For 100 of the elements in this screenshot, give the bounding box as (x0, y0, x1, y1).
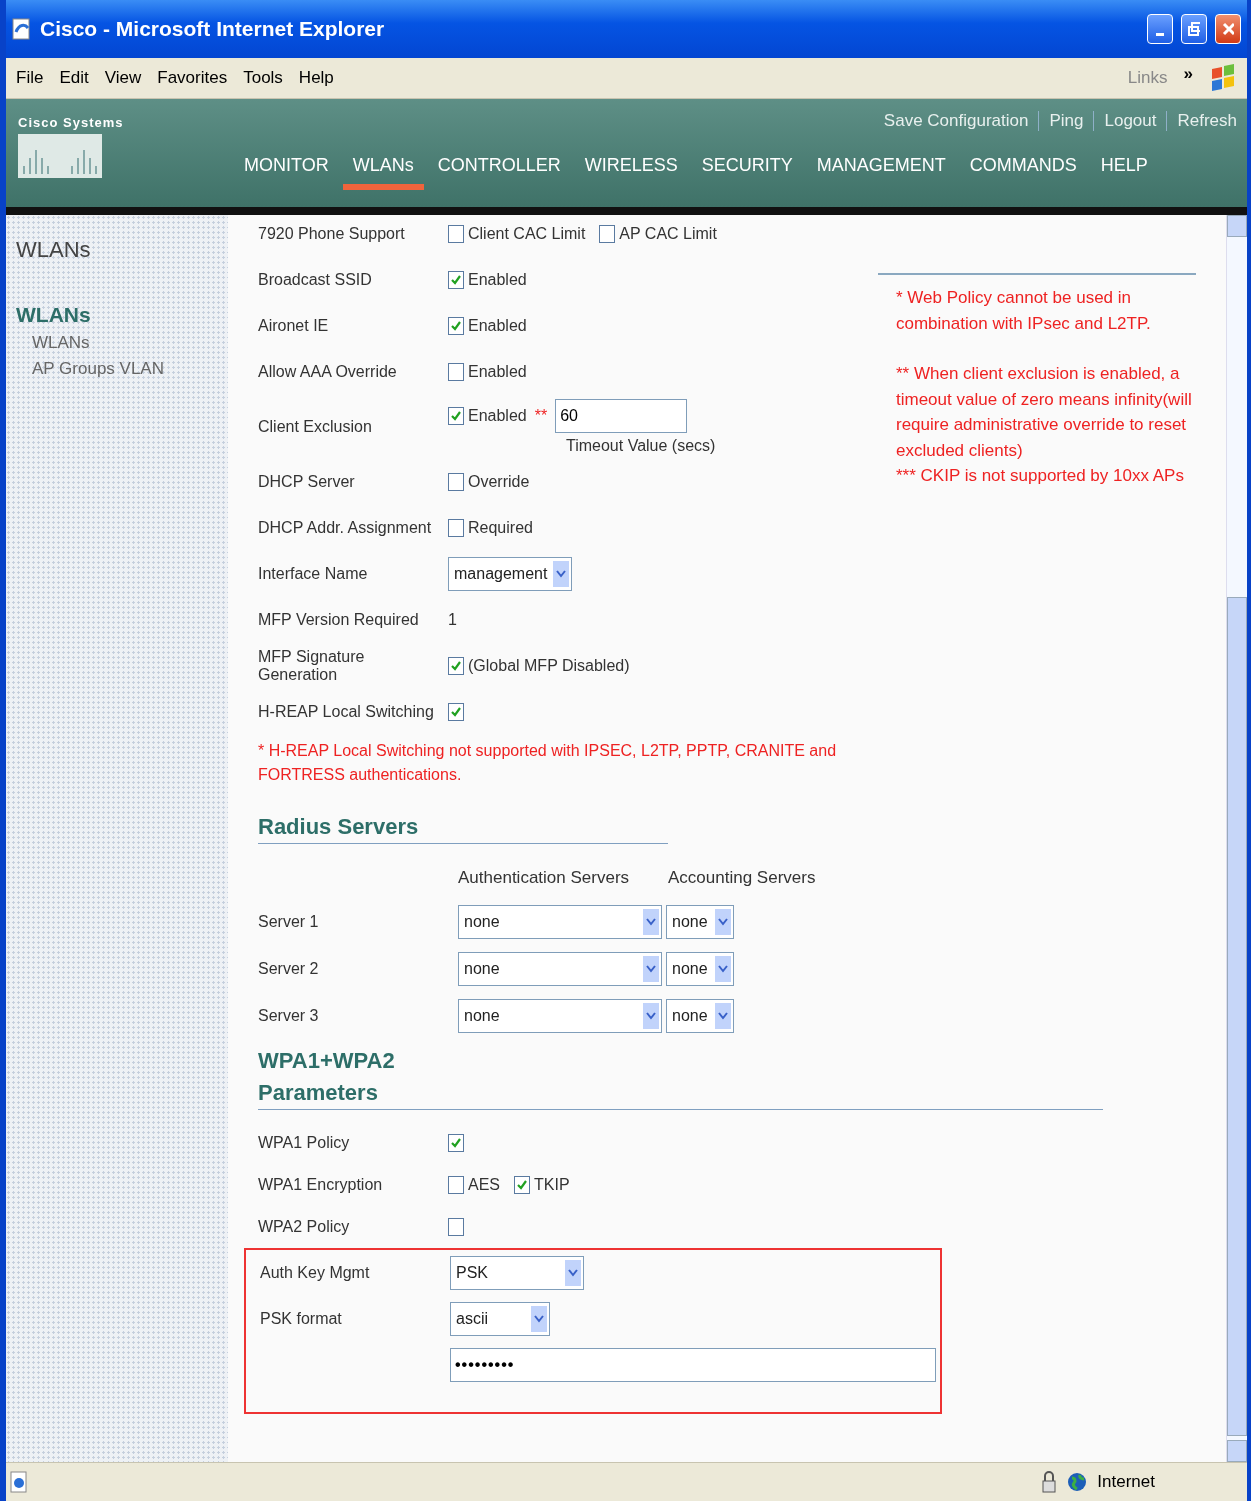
checkbox[interactable] (448, 1134, 464, 1152)
sidebar-title: WLANs (16, 237, 92, 263)
timeout-field[interactable]: 60 (555, 399, 688, 433)
field-label: Aironet IE (258, 317, 330, 335)
restore-icon (1188, 22, 1200, 36)
dropdown[interactable]: none (458, 904, 662, 939)
nav-tab[interactable]: MONITOR (234, 151, 339, 190)
dropdown[interactable]: none (666, 998, 734, 1033)
caret-icon (718, 964, 728, 973)
close-icon (1222, 22, 1234, 36)
section-title: WPA1+WPA2 Parameters (258, 1047, 396, 1107)
nav-tab[interactable]: COMMANDS (959, 151, 1087, 190)
checkbox[interactable] (448, 657, 464, 675)
nav-tab[interactable]: SECURITY (691, 151, 803, 190)
checkbox-label: TKIP (534, 1176, 570, 1194)
column-header: Authentication Servers (458, 868, 631, 888)
caret-icon (556, 570, 567, 578)
lock-icon (1041, 1470, 1058, 1494)
caret-icon (718, 917, 728, 926)
minimize-button[interactable] (1147, 14, 1173, 44)
dropdown[interactable]: none (458, 998, 662, 1033)
close-button[interactable] (1215, 14, 1241, 44)
checkbox[interactable] (448, 271, 464, 289)
nav-tab[interactable]: WIRELESS (574, 151, 688, 190)
password-field[interactable]: ••••••••• (450, 1348, 936, 1382)
window-title: Cisco - Microsoft Internet Explorer (40, 17, 386, 41)
globe-icon (1067, 1472, 1088, 1492)
field-label: Auth Key Mgmt (260, 1264, 371, 1282)
menu-item[interactable]: Favorites (157, 68, 228, 88)
page-icon (10, 1471, 28, 1493)
checkbox-label: AES (468, 1176, 500, 1194)
field-label: Server 3 (258, 1006, 320, 1025)
zone-label: Internet (1097, 1472, 1156, 1492)
dropdown[interactable]: none (666, 951, 734, 986)
caret-icon (568, 1269, 578, 1277)
menu-item[interactable]: Edit (59, 68, 89, 88)
menu-item[interactable]: View (104, 68, 142, 88)
checkbox[interactable] (448, 317, 464, 335)
checkbox[interactable] (448, 1176, 464, 1194)
checkbox-label: (Global MFP Disabled) (468, 657, 630, 675)
checkbox-label: Override (468, 473, 530, 491)
sidebar-item[interactable]: AP Groups VLAN (16, 353, 218, 379)
footnote: ** When client exclusion is enabled, a timeout value of zero means infinity(will require administrative override to reset excluded clients) (895, 363, 1193, 462)
menu-item[interactable]: File (16, 68, 44, 88)
column-header: Accounting Servers (668, 868, 817, 888)
field-label: H-REAP Local Switching (258, 703, 435, 721)
field-label: Server 1 (258, 912, 320, 931)
dropdown[interactable]: ascii (450, 1302, 550, 1336)
checkbox[interactable] (448, 1218, 464, 1236)
dropdown[interactable]: none (666, 904, 734, 939)
caret-icon (646, 917, 656, 926)
browser-icon (12, 18, 32, 40)
checkbox[interactable] (448, 473, 464, 491)
checkbox[interactable] (514, 1176, 530, 1194)
nav-tab[interactable]: CONTROLLER (427, 151, 571, 190)
nav-tab[interactable]: MANAGEMENT (806, 151, 956, 190)
caret-icon (646, 964, 656, 973)
caret-icon (646, 1011, 656, 1020)
checkbox-label: Enabled (468, 271, 527, 289)
sidebar-item[interactable]: WLANs (16, 327, 218, 353)
nav-tab[interactable]: WLANs (342, 151, 424, 190)
section-title: Radius Servers (258, 813, 420, 841)
checkbox[interactable] (448, 519, 464, 537)
checkbox[interactable] (448, 363, 464, 381)
footnote-mark: ** (534, 407, 548, 425)
nav-tab[interactable]: HELP (1090, 151, 1158, 190)
footnote: * Web Policy cannot be used in combination with IPsec and L2TP. (895, 287, 1152, 335)
warning-note: * H-REAP Local Switching not supported with IPSEC, L2TP, PPTP, CRANITE and FORTRESS authentications. (258, 741, 838, 785)
field-label: MFP Version Required (258, 611, 420, 629)
field-label: DHCP Server (258, 473, 356, 491)
field-label: WPA2 Policy (258, 1218, 351, 1236)
chevron[interactable]: » (1183, 64, 1193, 84)
restore-button[interactable] (1181, 14, 1207, 44)
field-label: 7920 Phone Support (258, 225, 406, 243)
caret-icon (718, 1011, 728, 1020)
dropdown[interactable]: PSK (450, 1256, 584, 1290)
checkbox[interactable] (599, 225, 616, 243)
menu-item[interactable]: Tools (243, 68, 283, 88)
menu-item[interactable]: Help (298, 68, 334, 88)
dropdown[interactable]: none (458, 951, 662, 986)
sidebar-section[interactable]: WLANs (16, 303, 218, 327)
field-label: Broadcast SSID (258, 271, 373, 289)
dropdown[interactable]: management (448, 557, 572, 591)
logo-text: Cisco Systems (18, 115, 124, 130)
checkbox-label: Required (468, 519, 533, 537)
field-label: DHCP Addr. Assignment (258, 519, 433, 537)
checkbox[interactable] (448, 407, 464, 425)
scrollbar-thumb[interactable] (1227, 597, 1247, 1436)
field-label: WPA1 Encryption (258, 1176, 384, 1194)
field-label: PSK format (260, 1310, 343, 1328)
checkbox[interactable] (448, 703, 464, 721)
checkbox[interactable] (448, 225, 464, 243)
field-label: Client Exclusion (258, 418, 373, 436)
checkbox-label: Enabled (468, 363, 527, 381)
footnote: *** CKIP is not supported by 10xx APs (895, 465, 1185, 487)
checkbox-label: Enabled (468, 317, 527, 335)
field-label: Allow AAA Override (258, 363, 398, 381)
windows-flag-icon (1209, 63, 1237, 93)
minimize-icon (1156, 32, 1164, 36)
caret-icon (534, 1315, 544, 1323)
